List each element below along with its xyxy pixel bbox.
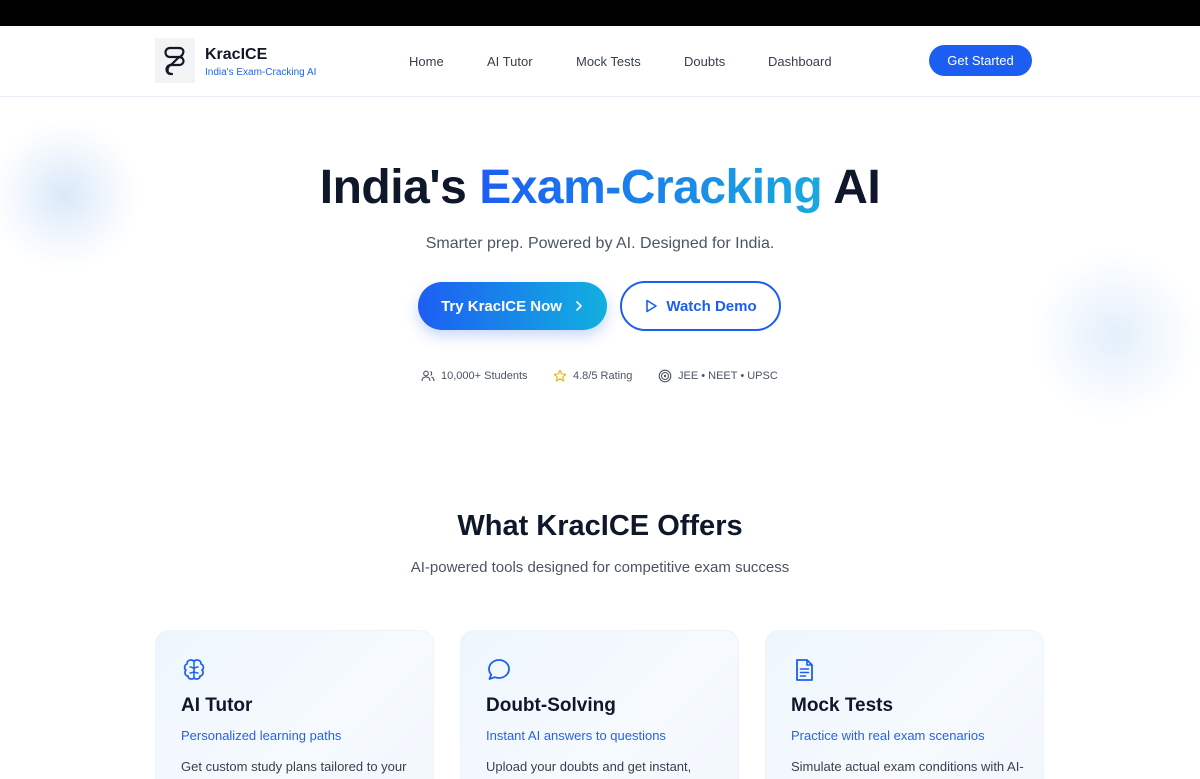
card-description: Upload your doubts and get instant, deta… bbox=[486, 759, 692, 774]
card-subtitle: Practice with real exam scenarios bbox=[791, 728, 985, 743]
document-icon bbox=[796, 659, 813, 681]
logo[interactable] bbox=[155, 38, 195, 83]
target-icon bbox=[658, 369, 672, 383]
nav-item-home[interactable]: Home bbox=[409, 54, 444, 69]
try-kracice-button[interactable]: Try KracICE Now bbox=[418, 282, 607, 330]
hero-title-start: India's bbox=[319, 161, 480, 214]
star-icon bbox=[553, 369, 567, 382]
card-description: Get custom study plans tailored to your … bbox=[181, 759, 407, 774]
users-icon bbox=[421, 370, 435, 382]
get-started-button[interactable]: Get Started bbox=[929, 45, 1032, 76]
feature-card-mock-tests[interactable]: Mock Tests Practice with real exam scena… bbox=[765, 630, 1044, 779]
watch-demo-button[interactable]: Watch Demo bbox=[620, 281, 781, 331]
try-kracice-label: Try KracICE Now bbox=[441, 297, 562, 315]
knot-logo-icon bbox=[164, 46, 185, 75]
stat-students: 10,000+ Students bbox=[421, 369, 528, 383]
card-title: Doubt-Solving bbox=[486, 695, 616, 716]
play-icon bbox=[646, 299, 658, 313]
hero-title: India's Exam-Cracking AI bbox=[0, 160, 1200, 215]
card-title: AI Tutor bbox=[181, 695, 253, 716]
watch-demo-label: Watch Demo bbox=[666, 297, 757, 315]
chat-bubble-icon bbox=[488, 659, 510, 680]
browser-top-bar bbox=[0, 0, 1200, 26]
feature-card-doubt-solving[interactable]: Doubt-Solving Instant AI answers to ques… bbox=[460, 630, 739, 779]
decorative-glow-right bbox=[1030, 250, 1200, 420]
stat-exams: JEE • NEET • UPSC bbox=[658, 369, 778, 383]
nav-item-mock-tests[interactable]: Mock Tests bbox=[576, 54, 641, 69]
offers-subtitle: AI-powered tools designed for competitiv… bbox=[410, 559, 790, 576]
stat-rating-label: 4.8/5 Rating bbox=[573, 370, 633, 382]
hero-subtitle: Smarter prep. Powered by AI. Designed fo… bbox=[425, 235, 775, 252]
brand-name: KracICE bbox=[205, 46, 268, 63]
brain-icon bbox=[183, 659, 205, 680]
card-subtitle: Personalized learning paths bbox=[181, 728, 342, 743]
brand-tagline: India's Exam-Cracking AI bbox=[205, 67, 317, 78]
hero-title-end: AI bbox=[822, 161, 881, 214]
hero-title-highlight: Exam-Cracking bbox=[479, 161, 823, 214]
nav-item-dashboard[interactable]: Dashboard bbox=[768, 54, 832, 69]
offers-title: What KracICE Offers bbox=[457, 510, 743, 542]
nav-item-ai-tutor[interactable]: AI Tutor bbox=[487, 54, 533, 69]
card-subtitle: Instant AI answers to questions bbox=[486, 728, 666, 743]
feature-card-ai-tutor[interactable]: AI Tutor Personalized learning paths Get… bbox=[155, 630, 434, 779]
nav-item-doubts[interactable]: Doubts bbox=[684, 54, 725, 69]
stat-rating: 4.8/5 Rating bbox=[553, 369, 632, 383]
card-title: Mock Tests bbox=[791, 695, 894, 716]
navbar: KracICE India's Exam-Cracking AI Home AI… bbox=[0, 26, 1200, 97]
chevron-right-icon bbox=[576, 301, 582, 311]
stat-exams-label: JEE • NEET • UPSC bbox=[678, 370, 778, 382]
stat-students-label: 10,000+ Students bbox=[441, 370, 528, 382]
card-description: Simulate actual exam conditions with AI-… bbox=[791, 759, 1024, 774]
